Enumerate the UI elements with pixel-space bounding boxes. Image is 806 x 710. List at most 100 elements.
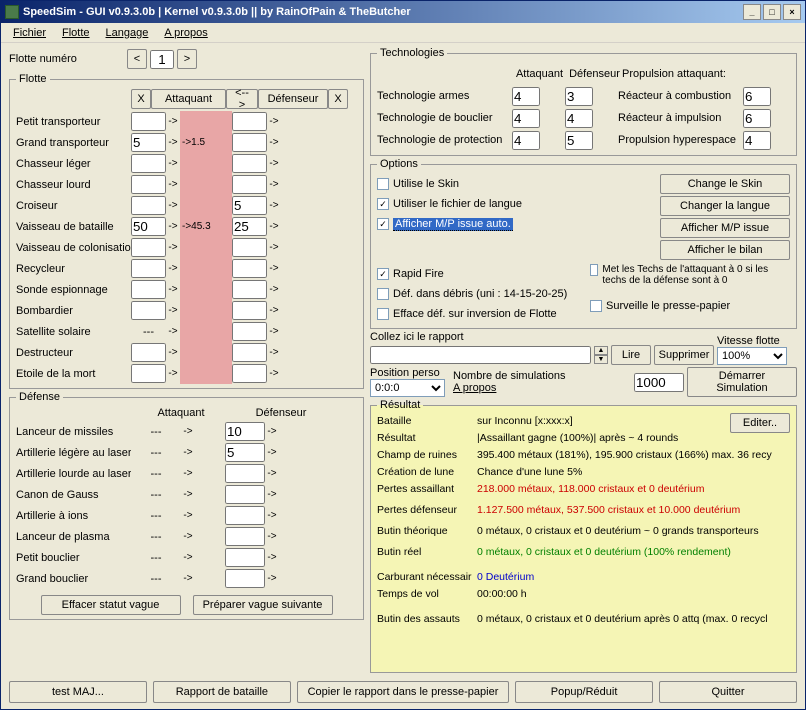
fleet-speed-select[interactable]: 100%	[717, 347, 787, 365]
close-button[interactable]: ×	[783, 4, 801, 20]
opt-erase-checkbox[interactable]	[377, 308, 389, 320]
swap-button[interactable]: <-->	[226, 89, 258, 109]
clear-defender-button[interactable]: X	[328, 89, 348, 109]
start-sim-button[interactable]: Démarrer Simulation	[687, 367, 797, 397]
defense-legend: Défense	[16, 391, 63, 403]
change-lang-button[interactable]: Changer la langue	[660, 196, 790, 216]
tech-armor-att[interactable]	[512, 131, 540, 150]
fleet-att-input-0[interactable]	[131, 112, 166, 131]
fleet-def-input-12[interactable]	[232, 364, 267, 383]
prop-hyp-input[interactable]	[743, 131, 771, 150]
def-input-7[interactable]	[225, 569, 265, 588]
def-input-4[interactable]	[225, 506, 265, 525]
fleet-def-input-9[interactable]	[232, 301, 267, 320]
tech-shield-def[interactable]	[565, 109, 593, 128]
fleet-arr2-9: ->	[267, 305, 281, 316]
tech-shield-label: Technologie de bouclier	[377, 112, 512, 124]
fleet-def-input-7[interactable]	[232, 259, 267, 278]
opt-debris-checkbox[interactable]	[377, 288, 389, 300]
fleet-att-input-3[interactable]	[131, 175, 166, 194]
fleet-def-input-5[interactable]	[232, 217, 267, 236]
fleet-att-input-11[interactable]	[131, 343, 166, 362]
def-input-6[interactable]	[225, 548, 265, 567]
fleet-arr1-11: ->	[166, 347, 180, 358]
fleet-arr1-4: ->	[166, 200, 180, 211]
fleet-att-input-7[interactable]	[131, 259, 166, 278]
position-select[interactable]: 0:0:0	[370, 379, 445, 397]
popup-button[interactable]: Popup/Réduit	[515, 681, 653, 703]
show-mp-button[interactable]: Afficher M/P issue	[660, 218, 790, 238]
change-skin-button[interactable]: Change le Skin	[660, 174, 790, 194]
def-input-5[interactable]	[225, 527, 265, 546]
tech-shield-att[interactable]	[512, 109, 540, 128]
fleet-att-input-5[interactable]	[131, 217, 166, 236]
minimize-button[interactable]: _	[743, 4, 761, 20]
fleet-def-input-6[interactable]	[232, 238, 267, 257]
fleet-att-input-4[interactable]	[131, 196, 166, 215]
def-input-1[interactable]	[225, 443, 265, 462]
options-legend: Options	[377, 158, 421, 170]
apropos-link[interactable]: A propos	[453, 382, 631, 394]
fleet-att-input-8[interactable]	[131, 280, 166, 299]
fleet-att-input-1[interactable]	[131, 133, 166, 152]
opt-mp-checkbox[interactable]	[377, 218, 389, 230]
menu-fleet[interactable]: Flotte	[54, 25, 98, 41]
fleet-att-input-2[interactable]	[131, 154, 166, 173]
window-title: SpeedSim - GUI v0.9.3.0b | Kernel v0.9.3…	[23, 6, 411, 18]
battle-report-button[interactable]: Rapport de bataille	[153, 681, 291, 703]
fleet-number-input[interactable]	[150, 50, 174, 69]
prop-comb-input[interactable]	[743, 87, 771, 106]
prepare-wave-button[interactable]: Préparer vague suivante	[193, 595, 333, 615]
test-maj-button[interactable]: test MAJ...	[9, 681, 147, 703]
fleet-def-input-1[interactable]	[232, 133, 267, 152]
fleet-def-input-0[interactable]	[232, 112, 267, 131]
edit-button[interactable]: Editer..	[730, 413, 790, 433]
fleet-att-input-6[interactable]	[131, 238, 166, 257]
fleet-mid-2	[180, 153, 232, 174]
defender-header-button[interactable]: Défenseur	[258, 89, 328, 109]
sim-count-input[interactable]	[634, 373, 684, 392]
delete-button[interactable]: Supprimer	[654, 345, 714, 365]
res-debris-v: 395.400 métaux (181%), 195.900 cristaux …	[477, 449, 790, 466]
fleet-next-button[interactable]: >	[177, 49, 197, 69]
quit-button[interactable]: Quitter	[659, 681, 797, 703]
tech-weapons-def[interactable]	[565, 87, 593, 106]
res-result-k: Résultat	[377, 432, 477, 449]
menu-file[interactable]: Fichier	[5, 25, 54, 41]
opt-clip-checkbox[interactable]	[590, 300, 602, 312]
def-arr2-3: ->	[265, 489, 279, 500]
def-input-2[interactable]	[225, 464, 265, 483]
opt-skin-checkbox[interactable]	[377, 178, 389, 190]
opt-techzero-checkbox[interactable]	[590, 264, 598, 276]
maximize-button[interactable]: □	[763, 4, 781, 20]
show-bilan-button[interactable]: Afficher le bilan	[660, 240, 790, 260]
fleet-att-input-12[interactable]	[131, 364, 166, 383]
fleet-def-input-11[interactable]	[232, 343, 267, 362]
tech-armor-def[interactable]	[565, 131, 593, 150]
opt-lang-checkbox[interactable]	[377, 198, 389, 210]
def-name-7: Grand bouclier	[16, 573, 131, 585]
fleet-def-input-2[interactable]	[232, 154, 267, 173]
fleet-def-input-8[interactable]	[232, 280, 267, 299]
fleet-att-input-9[interactable]	[131, 301, 166, 320]
prop-imp-input[interactable]	[743, 109, 771, 128]
def-input-3[interactable]	[225, 485, 265, 504]
attacker-header-button[interactable]: Attaquant	[151, 89, 226, 109]
fleet-def-input-3[interactable]	[232, 175, 267, 194]
report-input[interactable]	[370, 346, 591, 364]
opt-skin-label: Utilise le Skin	[393, 178, 459, 190]
copy-report-button[interactable]: Copier le rapport dans le presse-papier	[297, 681, 509, 703]
tech-weapons-att[interactable]	[512, 87, 540, 106]
clear-wave-button[interactable]: Effacer statut vague	[41, 595, 181, 615]
spinner-up[interactable]: ▲	[594, 346, 608, 355]
fleet-def-input-10[interactable]	[232, 322, 267, 341]
def-input-0[interactable]	[225, 422, 265, 441]
read-button[interactable]: Lire	[611, 345, 651, 365]
fleet-prev-button[interactable]: <	[127, 49, 147, 69]
menu-about[interactable]: A propos	[156, 25, 215, 41]
clear-attacker-button[interactable]: X	[131, 89, 151, 109]
fleet-def-input-4[interactable]	[232, 196, 267, 215]
menu-lang[interactable]: Langage	[98, 25, 157, 41]
opt-rapid-checkbox[interactable]	[377, 268, 389, 280]
spinner-down[interactable]: ▼	[594, 355, 608, 364]
